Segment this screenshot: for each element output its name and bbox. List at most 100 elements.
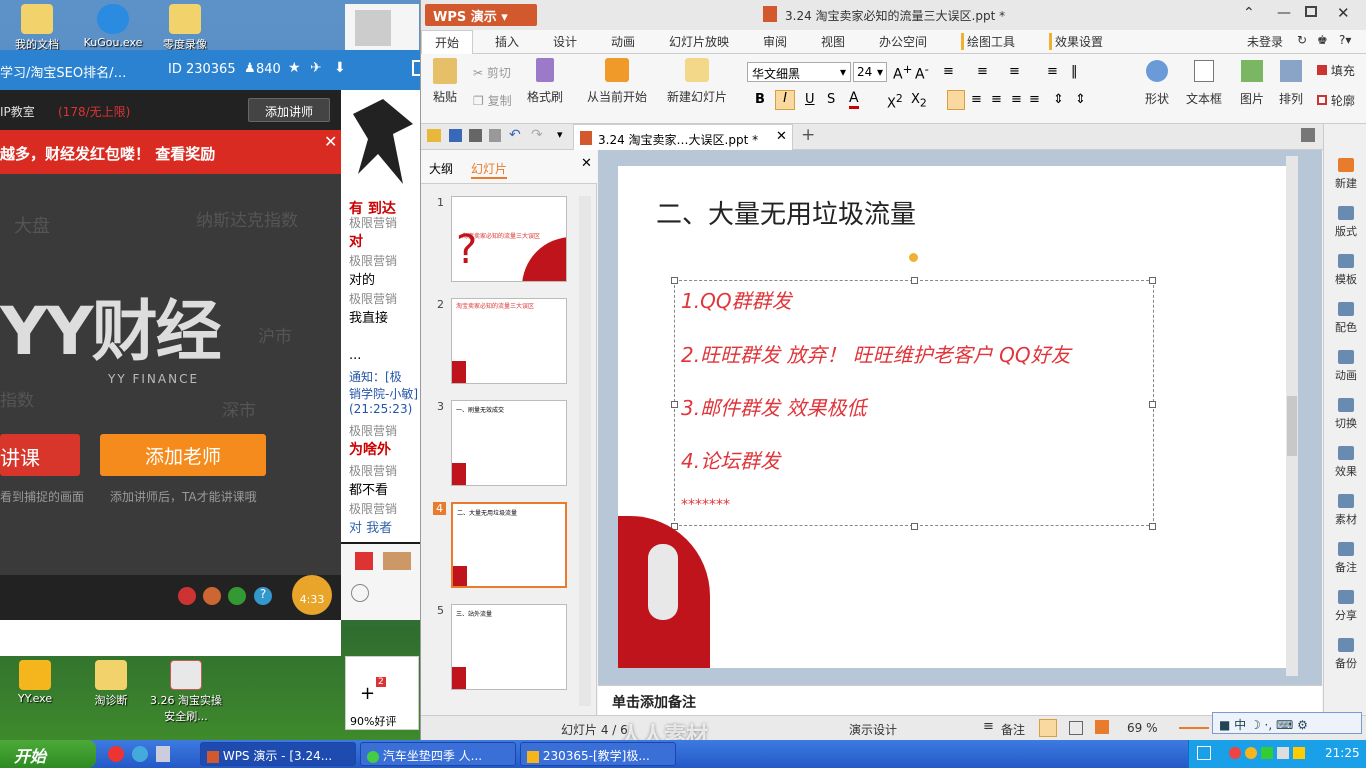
print-icon[interactable] (469, 129, 482, 142)
desktop-icon-ppt-file[interactable]: 3.26 淘宝实操安全刷... (150, 660, 222, 724)
store-card[interactable]: + 2 90%好评 (345, 656, 419, 730)
bullet-line[interactable]: 3.邮件群发 效果极低 (681, 392, 866, 421)
notes-tool[interactable]: 备注 (1324, 542, 1366, 575)
desktop-icon-recorder[interactable]: 零度录像 (150, 4, 220, 52)
paragraph-spacing-icon[interactable]: ⇕ (1075, 92, 1086, 107)
shape-button[interactable]: 形状 (1137, 60, 1177, 107)
align-center-icon[interactable]: ≡ (971, 92, 982, 107)
color-scheme-tool[interactable]: 配色 (1324, 302, 1366, 335)
emoji-icon[interactable] (203, 587, 221, 605)
panel-scrollbar[interactable] (579, 196, 591, 706)
minimize-icon[interactable]: — (1277, 5, 1291, 21)
indent-icon[interactable]: ≡ (1009, 64, 1020, 79)
cut-button[interactable]: ✂ 剪切 (473, 64, 511, 81)
font-shrink-icon[interactable]: A- (915, 62, 929, 83)
font-color-icon[interactable]: A (849, 90, 859, 109)
slideshow-view-icon[interactable] (1095, 720, 1109, 734)
font-size-select[interactable]: 24 ▾ (853, 62, 887, 82)
outline-button[interactable]: 轮廓 (1317, 92, 1355, 109)
distribute-icon[interactable]: ≡ (1029, 92, 1040, 107)
notes-pane[interactable]: 单击添加备注 (598, 685, 1322, 715)
emoji-icon[interactable] (178, 587, 196, 605)
add-icon[interactable]: + (360, 683, 375, 704)
tab-slides[interactable]: 幻灯片 (471, 160, 508, 179)
subscript-icon[interactable]: X2 (911, 92, 927, 110)
material-tool[interactable]: 素材 (1324, 494, 1366, 527)
redo-icon[interactable]: ↷ (531, 127, 543, 143)
font-grow-icon[interactable]: A+ (893, 62, 912, 83)
bullet-line[interactable]: 4.论坛群发 (681, 445, 780, 474)
selected-textbox[interactable]: 1.QQ群群发 2.旺旺群发 放弃！ 旺旺维护老客户 QQ好友 3.邮件群发 效… (671, 253, 1156, 530)
trend-icon[interactable] (228, 587, 246, 605)
align-right-icon[interactable]: ≡ (991, 92, 1002, 107)
close-icon[interactable]: ✕ (324, 132, 337, 151)
tab-list-icon[interactable] (1301, 128, 1315, 142)
tab-effect-settings[interactable]: 效果设置 (1049, 33, 1103, 50)
paste-button[interactable]: 粘贴 (429, 58, 461, 105)
notes-toggle[interactable]: 备注 (1001, 721, 1025, 738)
slide-thumbnail[interactable]: 一、刷量无效成交 (451, 400, 567, 486)
resize-handle[interactable] (1149, 277, 1156, 284)
close-icon[interactable]: ✕ (1337, 4, 1350, 22)
slide-thumbnail[interactable]: 淘宝卖家必知的流量三大误区 (451, 298, 567, 384)
new-tab-icon[interactable]: + (801, 125, 815, 145)
tray-icon[interactable] (1245, 747, 1257, 759)
font-icon[interactable] (351, 584, 369, 602)
scroll-thumb[interactable] (1287, 396, 1297, 456)
columns-icon[interactable]: ‖ (1071, 64, 1078, 79)
desktop-icon-yy[interactable]: YY.exe (0, 660, 70, 705)
task-yy[interactable]: 230365-[教学]极... (520, 742, 676, 766)
layout-tool[interactable]: 版式 (1324, 206, 1366, 239)
resize-handle[interactable] (911, 277, 918, 284)
bullets-icon[interactable]: ≡ (943, 64, 954, 79)
doc-tab-active[interactable]: 3.24 淘宝卖家…大误区.ppt * ✕ (573, 124, 793, 150)
template-tool[interactable]: 模板 (1324, 254, 1366, 287)
backup-tool[interactable]: 备份 (1324, 638, 1366, 671)
textbox-button[interactable]: 文本框 (1181, 60, 1227, 107)
volume-icon[interactable] (1293, 747, 1305, 759)
restore-up-icon[interactable]: ⌃ (1243, 5, 1255, 21)
desktop-icon-my-documents[interactable]: 我的文档 (2, 4, 72, 52)
network-icon[interactable] (1277, 747, 1289, 759)
chrome-icon[interactable] (108, 746, 124, 762)
coffee-icon[interactable] (383, 552, 411, 570)
show-desktop-icon[interactable] (1197, 746, 1211, 760)
fill-button[interactable]: 填充 (1317, 62, 1355, 79)
line-spacing-icon[interactable]: ⇕ (1053, 92, 1064, 107)
tab-view[interactable]: 视图 (821, 33, 845, 50)
open-icon[interactable] (427, 129, 441, 142)
close-icon[interactable]: ✕ (581, 156, 592, 171)
sorter-view-icon[interactable] (1069, 721, 1083, 735)
tab-review[interactable]: 审阅 (763, 33, 787, 50)
superscript-icon[interactable]: X2 (887, 92, 903, 111)
justify-icon[interactable]: ≡ (1011, 92, 1022, 107)
format-painter-button[interactable]: 格式刷 (525, 58, 565, 105)
rotate-handle[interactable] (909, 253, 918, 262)
tab-office-space[interactable]: 办公空间 (879, 33, 927, 50)
chat-input-area[interactable] (341, 544, 421, 620)
ie-icon[interactable] (132, 746, 148, 762)
effect-tool[interactable]: 效果 (1324, 446, 1366, 479)
start-button[interactable]: 开始 (0, 740, 96, 768)
slide-thumbnail-active[interactable]: 二、大量无用垃圾流量 (451, 502, 567, 588)
italic-icon[interactable]: I (775, 90, 795, 110)
wps-app-menu-button[interactable]: WPS 演示 ▾ (425, 4, 537, 26)
slide-thumbnail[interactable]: 淘宝卖家必知的流量三大误区 ? (451, 196, 567, 282)
text-direction-icon[interactable]: ≡ (1047, 64, 1058, 79)
resize-handle[interactable] (1149, 523, 1156, 530)
tab-animation[interactable]: 动画 (611, 33, 635, 50)
notes-placeholder[interactable]: 单击添加备注 (612, 692, 696, 712)
tab-slideshow[interactable]: 幻灯片放映 (669, 33, 729, 50)
resize-handle[interactable] (1149, 401, 1156, 408)
font-family-select[interactable]: 华文细黑 ▾ (747, 62, 851, 82)
save-icon[interactable] (449, 129, 462, 142)
gift-icon[interactable] (355, 552, 373, 570)
bullet-line[interactable]: ******* (681, 497, 730, 513)
bullet-line[interactable]: 2.旺旺群发 放弃！ 旺旺维护老客户 QQ好友 (681, 339, 1071, 368)
lecture-button[interactable]: 讲课 (0, 434, 80, 476)
app-icon[interactable] (156, 746, 170, 762)
shirt-icon[interactable]: ♚ (1317, 33, 1328, 47)
tab-design[interactable]: 设计 (553, 33, 577, 50)
bold-icon[interactable]: B (755, 92, 765, 107)
task-wps[interactable]: WPS 演示 - [3.24... (200, 742, 356, 766)
